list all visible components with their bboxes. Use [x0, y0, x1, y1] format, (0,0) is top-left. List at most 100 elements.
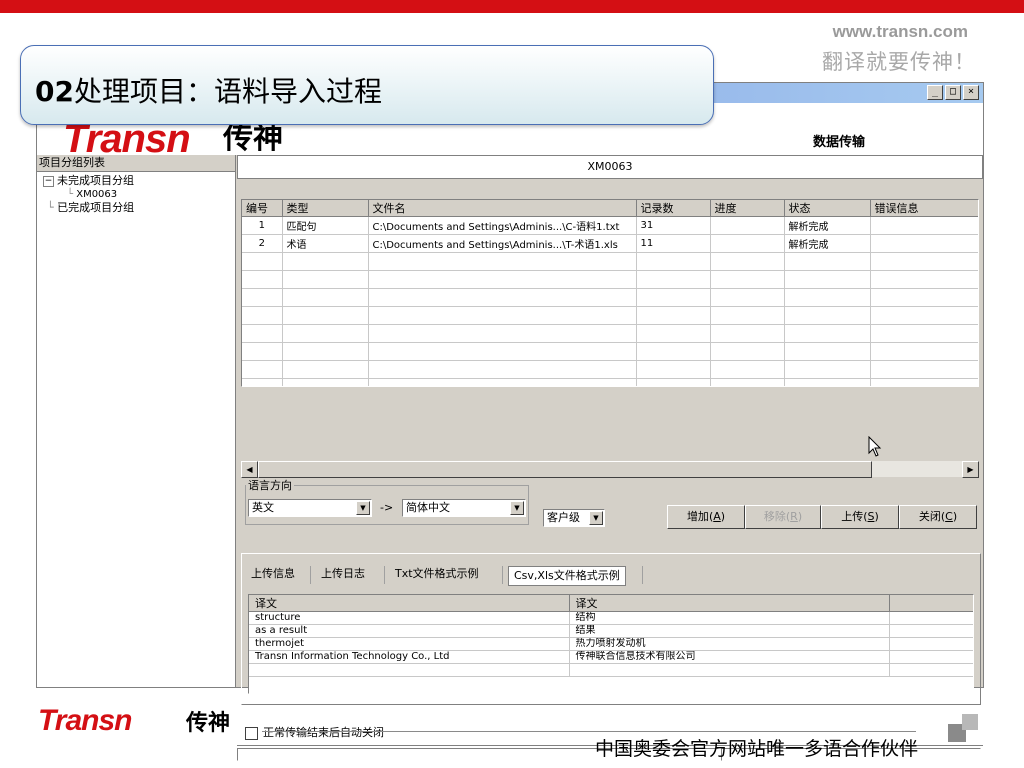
- table-cell: 1: [242, 216, 283, 235]
- slide-title-number: 02: [35, 75, 74, 108]
- table-cell: [636, 288, 711, 307]
- tab-txt-format[interactable]: Txt文件格式示例: [390, 564, 484, 584]
- source-language-select[interactable]: 英文 ▼: [248, 499, 372, 517]
- table-cell: [368, 306, 637, 325]
- grid-column-header[interactable]: 状态: [784, 200, 871, 217]
- level-value: 客户级: [547, 511, 580, 524]
- horizontal-scrollbar[interactable]: ◀ ▶: [241, 461, 979, 478]
- table-cell: [636, 270, 711, 289]
- table-cell: [710, 270, 785, 289]
- table-row[interactable]: thermojet 热力喷射发动机: [249, 637, 973, 651]
- scroll-right-icon[interactable]: ▶: [962, 461, 979, 478]
- grid-column-header[interactable]: 记录数: [636, 200, 711, 217]
- auto-close-option[interactable]: 正常传输结束后自动关闭: [245, 725, 384, 741]
- remove-button[interactable]: 移除(R): [745, 505, 821, 529]
- table-cell: [784, 270, 871, 289]
- table-row[interactable]: [242, 360, 978, 379]
- tab-upload-info[interactable]: 上传信息: [246, 564, 300, 584]
- minimize-button[interactable]: _: [927, 85, 943, 100]
- slogan: 翻译就要传神！: [822, 50, 976, 74]
- tree-node-complete[interactable]: └ 已完成项目分组: [47, 201, 134, 215]
- grid-column-header[interactable]: 编号: [242, 200, 283, 217]
- table-cell: [870, 270, 978, 289]
- add-shortcut: A: [713, 510, 721, 523]
- table-row[interactable]: Transn Information Technology Co., Ltd 传神…: [249, 650, 973, 664]
- scroll-left-icon[interactable]: ◀: [241, 461, 258, 478]
- chevron-down-icon[interactable]: ▼: [589, 511, 603, 525]
- table-cell: [710, 306, 785, 325]
- tab-divider: [384, 566, 385, 584]
- table-row[interactable]: [242, 306, 978, 325]
- table-cell: [870, 288, 978, 307]
- table-cell: 11: [636, 234, 711, 253]
- maximize-button[interactable]: □: [945, 85, 961, 100]
- table-cell: [636, 324, 711, 343]
- table-row[interactable]: [249, 663, 973, 677]
- info-tabs: 上传信息 上传日志 Txt文件格式示例 Csv,Xls文件格式示例 译文 译文 s…: [241, 553, 981, 705]
- table-row[interactable]: [242, 270, 978, 289]
- site-url: www.transn.com: [832, 22, 968, 41]
- table-cell: [242, 306, 283, 325]
- upload-button[interactable]: 上传(S): [821, 505, 899, 529]
- table-cell: [282, 360, 369, 379]
- table-cell: [368, 252, 637, 271]
- language-direction-legend: 语言方向: [248, 479, 292, 492]
- table-cell: [889, 624, 973, 638]
- tree-line-icon: └: [47, 201, 54, 214]
- table-row[interactable]: [242, 378, 978, 386]
- grid-column-header[interactable]: 进度: [710, 200, 785, 217]
- scroll-thumb[interactable]: [258, 461, 872, 478]
- table-cell: [242, 324, 283, 343]
- grid-column-header[interactable]: 类型: [282, 200, 369, 217]
- collapse-icon[interactable]: −: [43, 175, 54, 187]
- table-cell: Transn Information Technology Co., Ltd: [249, 650, 570, 664]
- file-grid[interactable]: 编号 类型 文件名 记录数 进度 状态 错误信息 1 匹配句 C:\Documents and …: [241, 199, 979, 387]
- table-cell: [870, 234, 978, 253]
- sample-column-header[interactable]: 译文: [569, 595, 890, 612]
- table-cell: [889, 637, 973, 651]
- add-label: 增加: [686, 510, 709, 523]
- tree-node-label: 未完成项目分组: [57, 174, 134, 187]
- tab-upload-log[interactable]: 上传日志: [316, 564, 370, 584]
- tree-node-xm0063[interactable]: └ XM0063: [67, 189, 117, 200]
- close-window-button[interactable]: ×: [963, 85, 979, 100]
- table-cell: [636, 342, 711, 361]
- close-button[interactable]: 关闭(C): [899, 505, 977, 529]
- table-cell: 2: [242, 234, 283, 253]
- table-cell: [368, 378, 637, 386]
- banner-title: 数据传输: [813, 135, 866, 150]
- table-cell: 传神联合信息技术有限公司: [569, 650, 890, 664]
- chevron-down-icon[interactable]: ▼: [356, 501, 370, 515]
- sample-column-header[interactable]: 译文: [249, 595, 570, 612]
- sample-grid[interactable]: 译文 译文 structure 结构 as a result 结果 thermojet 热力…: [248, 594, 974, 694]
- table-cell: [710, 288, 785, 307]
- grid-column-header[interactable]: 错误信息: [870, 200, 978, 217]
- footer-logo: Transn: [38, 704, 132, 737]
- table-row[interactable]: 2 术语 C:\Documents and Settings\Adminis...\…: [242, 234, 978, 253]
- table-row[interactable]: [242, 252, 978, 271]
- level-select[interactable]: 客户级 ▼: [543, 509, 605, 527]
- chevron-down-icon[interactable]: ▼: [510, 501, 524, 515]
- table-cell: [710, 378, 785, 386]
- add-button[interactable]: 增加(A): [667, 505, 745, 529]
- table-cell: [282, 342, 369, 361]
- footer-text: 中国奥委会官方网站唯一多语合作伙伴: [594, 738, 918, 760]
- table-cell: [784, 324, 871, 343]
- tab-csv-xls-format[interactable]: Csv,Xls文件格式示例: [508, 566, 626, 586]
- table-row[interactable]: [242, 342, 978, 361]
- table-row[interactable]: as a result 结果: [249, 624, 973, 638]
- table-cell: 结果: [569, 624, 890, 638]
- table-cell: [282, 378, 369, 386]
- table-cell: 结构: [569, 611, 890, 625]
- table-row[interactable]: structure 结构: [249, 611, 973, 625]
- grid-column-header[interactable]: 文件名: [368, 200, 637, 217]
- project-header: XM0063: [237, 155, 983, 179]
- table-row[interactable]: 1 匹配句 C:\Documents and Settings\Adminis...…: [242, 216, 978, 235]
- target-language-select[interactable]: 简体中文 ▼: [402, 499, 526, 517]
- tree-node-incomplete[interactable]: − 未完成项目分组: [43, 174, 134, 188]
- table-row[interactable]: [242, 288, 978, 307]
- transn-logo: Transn: [63, 117, 191, 161]
- table-cell: [569, 663, 890, 677]
- auto-close-checkbox[interactable]: [245, 726, 258, 740]
- table-row[interactable]: [242, 324, 978, 343]
